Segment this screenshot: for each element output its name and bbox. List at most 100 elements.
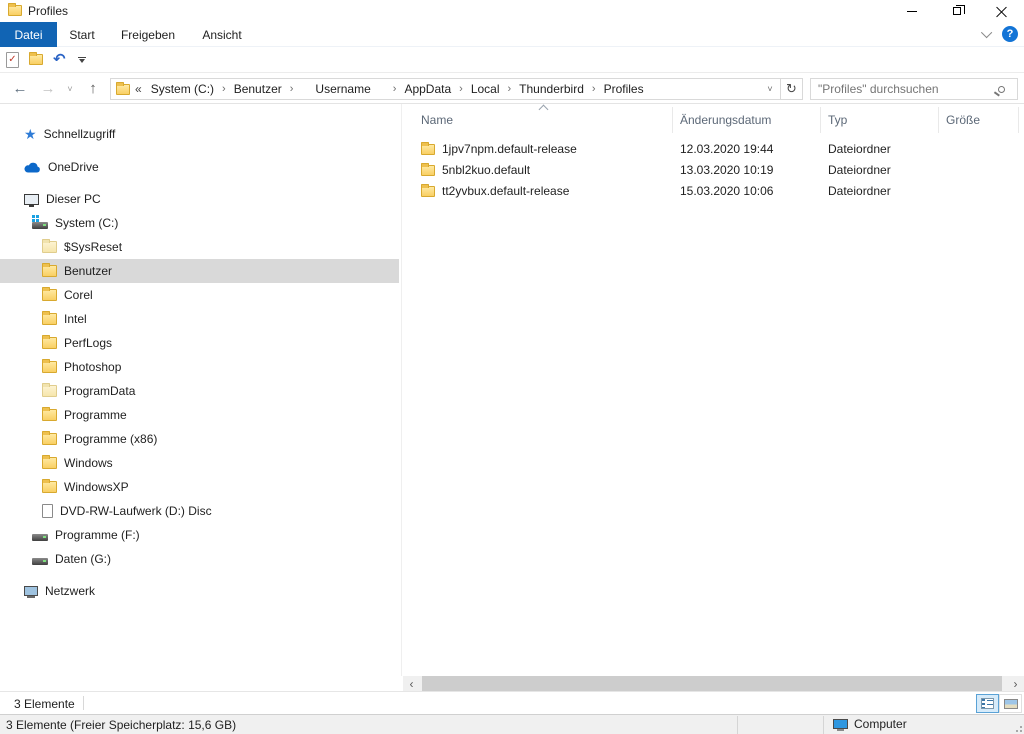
breadcrumb-item-profiles[interactable]: Profiles bbox=[600, 82, 648, 96]
drive-icon bbox=[32, 557, 48, 565]
sidebar-item-corel[interactable]: Corel bbox=[0, 283, 399, 307]
sidebar-item-programdata[interactable]: ProgramData bbox=[0, 379, 399, 403]
file-date: 15.03.2020 10:06 bbox=[680, 184, 774, 198]
sidebar-item-programme[interactable]: Programme bbox=[0, 403, 399, 427]
resize-grip[interactable] bbox=[1012, 722, 1022, 732]
breadcrumb-item-system-c[interactable]: System (C:) bbox=[147, 82, 218, 96]
refresh-button[interactable]: ↻ bbox=[780, 78, 802, 100]
file-date: 13.03.2020 10:19 bbox=[680, 163, 774, 177]
breadcrumb-item-appdata[interactable]: AppData bbox=[400, 82, 455, 96]
column-header-type[interactable]: Typ bbox=[828, 113, 847, 127]
sidebar-item-programme-x86[interactable]: Programme (x86) bbox=[0, 427, 399, 451]
folder-icon bbox=[42, 359, 57, 373]
details-view-button[interactable] bbox=[976, 694, 999, 713]
file-row-1jpv7npm[interactable]: 1jpv7npm.default-release 12.03.2020 19:4… bbox=[403, 139, 1018, 160]
chevron-right-icon: › bbox=[392, 83, 397, 95]
file-type: Dateiordner bbox=[828, 142, 891, 156]
navigation-pane: ★ Schnellzugriff OneDrive Dieser PC Syste… bbox=[0, 104, 402, 676]
sidebar-item-label: Photoshop bbox=[64, 360, 122, 374]
column-header-size[interactable]: Größe bbox=[946, 113, 980, 127]
scroll-left-arrow[interactable]: ‹ bbox=[403, 676, 420, 691]
column-divider[interactable] bbox=[938, 107, 939, 133]
column-divider[interactable] bbox=[1018, 107, 1019, 133]
sidebar-item-daten-g[interactable]: Daten (G:) bbox=[0, 547, 399, 571]
thumbnails-view-icon bbox=[1003, 698, 1018, 709]
computer-zone: Computer bbox=[833, 717, 907, 731]
help-button[interactable]: ? bbox=[1002, 26, 1018, 42]
sidebar-item-system-c[interactable]: System (C:) bbox=[0, 211, 399, 235]
close-button[interactable] bbox=[979, 0, 1024, 22]
forward-button[interactable]: → bbox=[36, 73, 60, 104]
breadcrumb-item-benutzer[interactable]: Benutzer bbox=[230, 82, 286, 96]
tab-datei[interactable]: Datei bbox=[0, 22, 57, 47]
sidebar-item-benutzer[interactable]: Benutzer bbox=[0, 259, 399, 283]
sidebar-item-dvd-laufwerk[interactable]: DVD-RW-Laufwerk (D:) Disc bbox=[0, 499, 399, 523]
sidebar-item-programme-f[interactable]: Programme (F:) bbox=[0, 523, 399, 547]
sidebar-item-photoshop[interactable]: Photoshop bbox=[0, 355, 399, 379]
properties-button[interactable]: ✓ bbox=[6, 51, 19, 68]
sidebar-item-onedrive[interactable]: OneDrive bbox=[0, 155, 399, 179]
minimize-button[interactable] bbox=[889, 0, 934, 22]
sidebar-item-dieser-pc[interactable]: Dieser PC bbox=[0, 187, 399, 211]
location-folder-icon bbox=[116, 82, 130, 95]
new-folder-button[interactable] bbox=[29, 52, 43, 65]
address-dropdown-button[interactable]: ˅ bbox=[760, 84, 780, 94]
tab-freigeben[interactable]: Freigeben bbox=[114, 22, 182, 47]
sidebar-item-intel[interactable]: Intel bbox=[0, 307, 399, 331]
customize-toolbar-button[interactable] bbox=[77, 56, 86, 63]
file-date: 12.03.2020 19:44 bbox=[680, 142, 774, 156]
sidebar-item-label: $SysReset bbox=[64, 240, 123, 254]
breadcrumb-overflow[interactable]: « bbox=[132, 82, 145, 96]
sidebar-item-windows[interactable]: Windows bbox=[0, 451, 399, 475]
breadcrumb-item-thunderbird[interactable]: Thunderbird bbox=[515, 82, 588, 96]
search-box[interactable] bbox=[810, 78, 1018, 100]
up-button[interactable]: ↑ bbox=[82, 73, 104, 104]
column-header-date[interactable]: Änderungsdatum bbox=[680, 113, 771, 127]
file-type: Dateiordner bbox=[828, 163, 891, 177]
file-name: tt2yvbux.default-release bbox=[442, 184, 570, 198]
tab-ansicht[interactable]: Ansicht bbox=[194, 22, 250, 47]
sidebar-item-perflogs[interactable]: PerfLogs bbox=[0, 331, 399, 355]
address-bar[interactable]: « System (C:) › Benutzer › Username › Ap… bbox=[110, 78, 803, 100]
sidebar-item-schnellzugriff[interactable]: ★ Schnellzugriff bbox=[0, 122, 399, 146]
column-divider[interactable] bbox=[672, 107, 673, 133]
system-drive-icon bbox=[32, 214, 48, 229]
quick-access-star-icon: ★ bbox=[24, 126, 37, 142]
file-row-5nbl2kuo[interactable]: 5nbl2kuo.default 13.03.2020 10:19 Dateio… bbox=[403, 160, 1018, 181]
folder-icon bbox=[42, 431, 57, 445]
sidebar-item-windowsxp[interactable]: WindowsXP bbox=[0, 475, 399, 499]
recent-locations-button[interactable]: ˅ bbox=[62, 73, 78, 104]
sidebar-item-sysreset[interactable]: $SysReset bbox=[0, 235, 399, 259]
search-input[interactable] bbox=[811, 82, 998, 96]
folder-icon bbox=[42, 455, 57, 469]
breadcrumb-item-username[interactable]: Username bbox=[297, 82, 388, 96]
column-header-name[interactable]: Name bbox=[421, 113, 453, 127]
horizontal-scrollbar[interactable]: ‹ › bbox=[403, 676, 1024, 691]
search-icon[interactable] bbox=[998, 85, 1005, 93]
sidebar-item-label: Programme bbox=[64, 408, 127, 422]
tab-start[interactable]: Start bbox=[62, 22, 102, 47]
column-divider[interactable] bbox=[820, 107, 821, 133]
undo-button[interactable]: ↶ bbox=[53, 52, 66, 67]
window-title: Profiles bbox=[28, 4, 69, 18]
app-folder-icon bbox=[8, 3, 22, 16]
free-space-info: 3 Elemente (Freier Speicherplatz: 15,6 G… bbox=[6, 718, 237, 732]
scrollbar-thumb[interactable] bbox=[422, 676, 1002, 691]
back-button[interactable]: ← bbox=[8, 73, 32, 104]
sidebar-item-netzwerk[interactable]: Netzwerk bbox=[0, 579, 399, 603]
scroll-right-arrow[interactable]: › bbox=[1007, 676, 1024, 691]
folder-icon bbox=[42, 263, 57, 277]
file-row-tt2yvbux[interactable]: tt2yvbux.default-release 15.03.2020 10:0… bbox=[403, 181, 1018, 202]
restore-button[interactable] bbox=[934, 0, 979, 22]
sidebar-item-label: Benutzer bbox=[64, 264, 113, 278]
title-bar: Profiles bbox=[0, 0, 1024, 22]
sidebar-item-label: Schnellzugriff bbox=[43, 127, 116, 141]
sidebar-item-label: DVD-RW-Laufwerk (D:) Disc bbox=[60, 504, 212, 518]
chevron-right-icon: › bbox=[591, 83, 596, 95]
breadcrumb: « System (C:) › Benutzer › Username › Ap… bbox=[111, 82, 760, 96]
folder-icon bbox=[421, 142, 435, 155]
file-name: 1jpv7npm.default-release bbox=[442, 142, 577, 156]
network-icon bbox=[24, 586, 38, 598]
breadcrumb-item-local[interactable]: Local bbox=[467, 82, 504, 96]
thumbnails-view-button[interactable] bbox=[999, 694, 1022, 713]
